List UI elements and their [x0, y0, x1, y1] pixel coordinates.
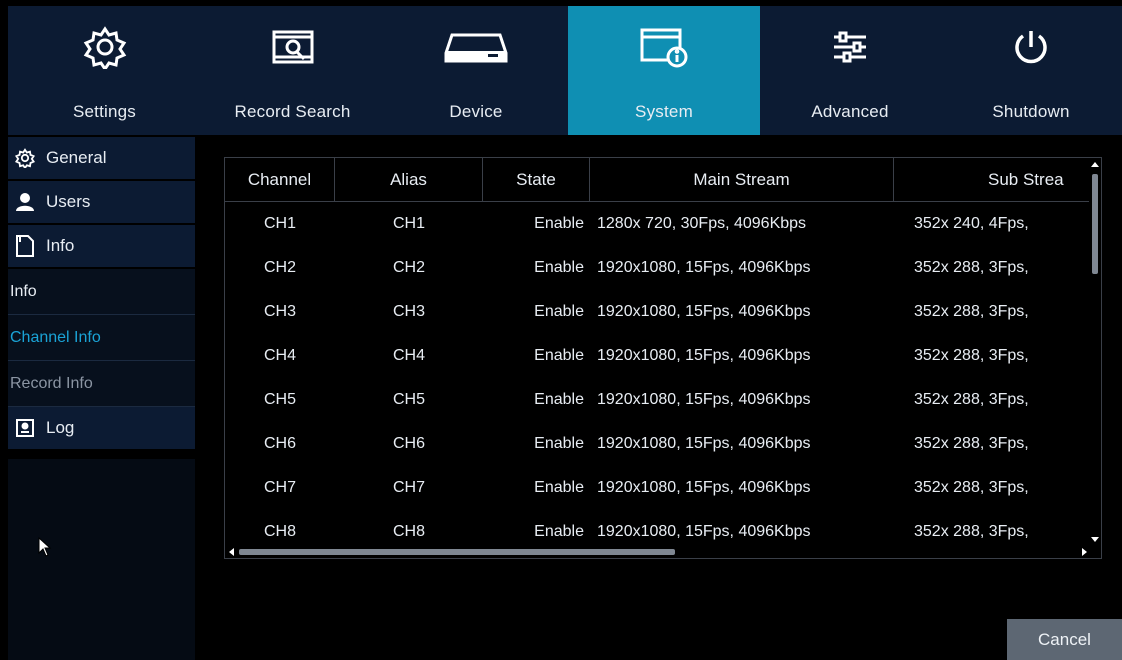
table-body: CH1 CH1 Enable 1280x 720, 30Fps, 4096Kbps 35… [225, 202, 1101, 558]
cell-alias: CH4 [392, 347, 425, 364]
tab-advanced[interactable]: Advanced [760, 6, 940, 135]
cell-channel: CH1 [263, 215, 296, 232]
sidebar-item-info[interactable]: Info [8, 225, 195, 269]
column-header-state[interactable]: State [483, 158, 590, 202]
table-row[interactable]: CH4 CH4 Enable 1920x1080, 15Fps, 4096Kbps 35… [225, 334, 1101, 378]
table-row[interactable]: CH7 CH7 Enable 1920x1080, 15Fps, 4096Kbps 35… [225, 466, 1101, 510]
sidebar-empty-area [8, 459, 195, 660]
sidebar-item-log[interactable]: Log [8, 407, 195, 451]
cell-alias: CH3 [392, 303, 425, 320]
table-row[interactable]: CH3 CH3 Enable 1920x1080, 15Fps, 4096Kbps 35… [225, 290, 1101, 334]
column-header-main-stream[interactable]: Main Stream [590, 158, 894, 202]
tab-label: Advanced [811, 102, 889, 121]
cell-state: Enable [534, 303, 584, 320]
cell-channel: CH2 [263, 259, 296, 276]
table-row[interactable]: CH1 CH1 Enable 1280x 720, 30Fps, 4096Kbps 35… [225, 202, 1101, 246]
tab-label: Record Search [234, 102, 351, 121]
cell-channel: CH4 [263, 347, 296, 364]
scrollbar-thumb[interactable] [239, 549, 675, 555]
cell-alias: CH5 [392, 391, 425, 408]
horizontal-scrollbar[interactable] [225, 546, 1091, 558]
cell-sub-stream: 352x 288, 3Fps, [914, 479, 1029, 496]
user-icon [14, 191, 36, 213]
cell-main-stream: 1920x1080, 15Fps, 4096Kbps [597, 259, 811, 276]
cell-alias: CH6 [392, 435, 425, 452]
cell-main-stream: 1920x1080, 15Fps, 4096Kbps [597, 391, 811, 408]
tab-label: System [635, 102, 693, 121]
cell-state: Enable [534, 259, 584, 276]
sidebar-subitem-info[interactable]: Info [8, 269, 195, 315]
sidebar-item-label: Info [46, 236, 75, 255]
cell-main-stream: 1920x1080, 15Fps, 4096Kbps [597, 435, 811, 452]
sidebar-item-label: General [46, 148, 107, 167]
scroll-up-icon[interactable] [1091, 162, 1099, 167]
tab-system[interactable]: System [568, 6, 760, 135]
sidebar: General Users Info Info Channel Info Rec… [8, 137, 195, 660]
sliders-icon [830, 6, 870, 84]
sidebar-item-users[interactable]: Users [8, 181, 195, 225]
table-header: Channel Alias State Main Stream Sub Stre… [225, 158, 1101, 202]
column-header-channel[interactable]: Channel [225, 158, 335, 202]
top-navigation: Settings Record Search Device System Adv… [8, 6, 1122, 135]
window-info-icon [639, 6, 689, 84]
cell-state: Enable [534, 479, 584, 496]
film-search-icon [271, 6, 315, 84]
cell-alias: CH2 [392, 259, 425, 276]
tab-record-search[interactable]: Record Search [201, 6, 384, 135]
tab-device[interactable]: Device [384, 6, 568, 135]
cell-sub-stream: 352x 288, 3Fps, [914, 259, 1029, 276]
cell-main-stream: 1280x 720, 30Fps, 4096Kbps [597, 215, 807, 232]
cell-main-stream: 1920x1080, 15Fps, 4096Kbps [597, 479, 811, 496]
document-icon [14, 235, 36, 257]
channel-table: Channel Alias State Main Stream Sub Stre… [224, 157, 1102, 559]
column-header-alias[interactable]: Alias [335, 158, 483, 202]
table-row[interactable]: CH5 CH5 Enable 1920x1080, 15Fps, 4096Kbps 35… [225, 378, 1101, 422]
cell-channel: CH6 [263, 435, 296, 452]
gear-icon [14, 147, 36, 169]
scroll-down-icon[interactable] [1091, 537, 1099, 542]
power-icon [1011, 6, 1051, 84]
cell-alias: CH7 [392, 479, 425, 496]
scrollbar-thumb[interactable] [1092, 174, 1098, 274]
log-icon [14, 417, 36, 439]
cell-sub-stream: 352x 288, 3Fps, [914, 435, 1029, 452]
cell-state: Enable [534, 435, 584, 452]
gear-icon [83, 6, 127, 84]
cell-state: Enable [534, 347, 584, 364]
cell-channel: CH7 [263, 479, 296, 496]
cancel-button[interactable]: Cancel [1007, 619, 1122, 660]
cell-main-stream: 1920x1080, 15Fps, 4096Kbps [597, 303, 811, 320]
cell-alias: CH1 [392, 215, 425, 232]
cell-sub-stream: 352x 288, 3Fps, [914, 391, 1029, 408]
cell-state: Enable [534, 391, 584, 408]
cell-channel: CH3 [263, 303, 296, 320]
table-row[interactable]: CH6 CH6 Enable 1920x1080, 15Fps, 4096Kbps 35… [225, 422, 1101, 466]
cell-sub-stream: 352x 288, 3Fps, [914, 303, 1029, 320]
scroll-left-icon[interactable] [229, 548, 234, 556]
cell-state: Enable [534, 215, 584, 232]
sidebar-item-label: Log [46, 418, 75, 437]
tab-label: Settings [72, 102, 137, 121]
sidebar-item-label: Users [46, 192, 91, 211]
column-header-sub-stream[interactable]: Sub Strea [894, 158, 1101, 202]
cell-main-stream: 1920x1080, 15Fps, 4096Kbps [597, 347, 811, 364]
scroll-right-icon[interactable] [1082, 548, 1087, 556]
hard-drive-icon [444, 6, 508, 84]
cell-channel: CH5 [263, 391, 296, 408]
tab-label: Device [449, 102, 503, 121]
vertical-scrollbar[interactable] [1089, 158, 1101, 548]
sidebar-subitem-channel-info[interactable]: Channel Info [8, 315, 195, 361]
tab-settings[interactable]: Settings [8, 6, 201, 135]
table-row[interactable]: CH2 CH2 Enable 1920x1080, 15Fps, 4096Kbps 35… [225, 246, 1101, 290]
cell-sub-stream: 352x 240, 4Fps, [914, 215, 1029, 232]
cell-sub-stream: 352x 288, 3Fps, [914, 347, 1029, 364]
channel-info-panel: Channel Alias State Main Stream Sub Stre… [196, 137, 1122, 660]
tab-label: Shutdown [992, 102, 1070, 121]
tab-shutdown[interactable]: Shutdown [940, 6, 1122, 135]
sidebar-item-general[interactable]: General [8, 137, 195, 181]
mouse-cursor-icon [38, 537, 52, 557]
sidebar-subitem-record-info[interactable]: Record Info [8, 361, 195, 407]
